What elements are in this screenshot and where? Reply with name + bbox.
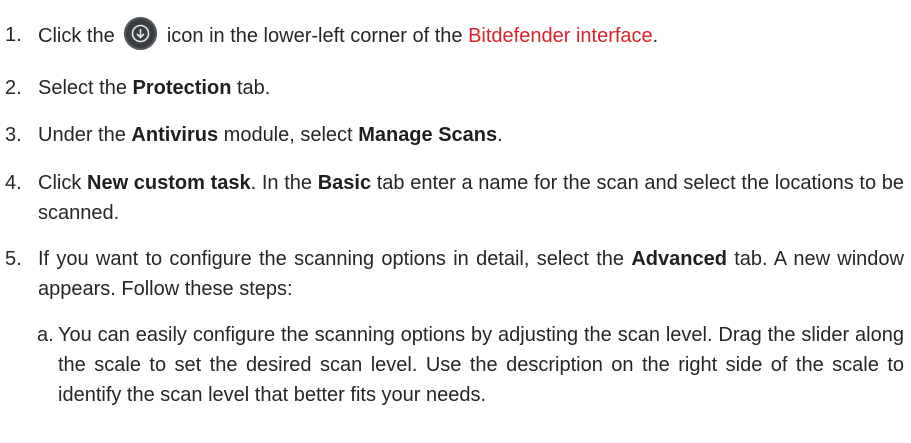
step-text: . In the: [250, 172, 313, 194]
substep-text: You can easily configure the scanning op…: [58, 324, 904, 406]
step-text: Click the: [38, 24, 115, 47]
step-text: Under the: [38, 124, 126, 146]
step-text: Click: [38, 172, 82, 194]
step-text: If you want to configure the scanning op…: [38, 248, 625, 270]
step-number: 5.: [5, 248, 22, 270]
advanced-tab-label: Advanced: [631, 248, 727, 270]
step-punctuation: .: [497, 124, 503, 146]
step-number: 2.: [5, 77, 22, 99]
step-1: 1. Click the icon in the lower-left corn…: [0, 17, 900, 53]
instructions-document: 1. Click the icon in the lower-left corn…: [0, 0, 911, 443]
download-arrow-icon: [124, 17, 158, 50]
step-2: 2. Select the Protection tab.: [0, 73, 900, 103]
substep-a: a. You can easily configure the scanning…: [0, 320, 904, 410]
step-3: 3. Under the Antivirus module, select Ma…: [0, 120, 900, 150]
step-text: tab.: [236, 77, 271, 99]
manage-scans-label: Manage Scans: [358, 124, 498, 146]
step-number: 1.: [5, 24, 22, 46]
antivirus-label: Antivirus: [131, 124, 219, 146]
basic-tab-label: Basic: [317, 172, 372, 194]
step-5: 5. If you want to configure the scanning…: [0, 244, 904, 304]
step-text: icon in the lower-left corner of the: [166, 24, 463, 47]
step-number: 4.: [5, 172, 22, 194]
substep-letter: a.: [37, 324, 54, 346]
bitdefender-interface-link[interactable]: Bitdefender interface: [468, 25, 653, 47]
step-4: 4. Click New custom task. In the Basic t…: [0, 168, 904, 228]
step-punctuation: .: [652, 24, 659, 47]
step-text: Select the: [38, 77, 127, 99]
step-text: module, select: [223, 124, 353, 146]
protection-label: Protection: [132, 77, 232, 99]
new-custom-task-label: New custom task: [87, 172, 251, 194]
step-number: 3.: [5, 124, 22, 146]
